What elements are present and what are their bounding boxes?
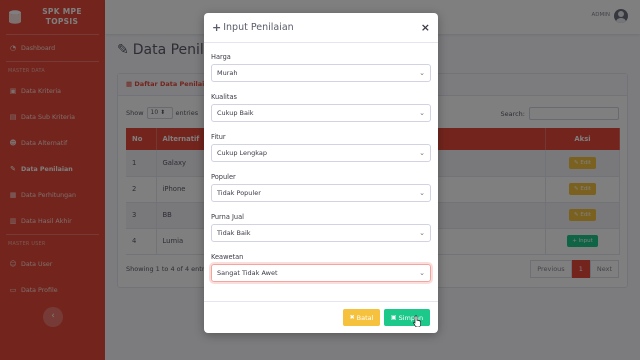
- modal-body: Harga Murah ⌄ Kualitas Cukup Baik ⌄ Fitu…: [204, 43, 438, 282]
- kualitas-select[interactable]: Cukup Baik ⌄: [211, 104, 431, 122]
- chevron-down-icon: ⌄: [419, 269, 425, 277]
- fitur-label: Fitur: [211, 133, 226, 141]
- chevron-down-icon: ⌄: [419, 189, 425, 197]
- purna-jual-value: Tidak Baik: [217, 229, 251, 237]
- purna-jual-select[interactable]: Tidak Baik ⌄: [211, 224, 431, 242]
- input-penilaian-modal: + Input Penilaian × Harga Murah ⌄ Kualit…: [204, 13, 438, 333]
- modal-title-text: Input Penilaian: [223, 22, 294, 33]
- populer-select[interactable]: Tidak Populer ⌄: [211, 184, 431, 202]
- close-icon: ✖: [349, 314, 355, 321]
- keawetan-select[interactable]: Sangat Tidak Awet ⌄: [211, 264, 431, 282]
- hand-cursor-icon: [413, 315, 421, 327]
- populer-label: Populer: [211, 173, 236, 181]
- modal-footer: ✖ Batal ▣ Simpan: [204, 301, 438, 333]
- modal-header: + Input Penilaian ×: [204, 13, 438, 43]
- save-button[interactable]: ▣ Simpan: [384, 309, 430, 326]
- kualitas-label: Kualitas: [211, 93, 237, 101]
- fitur-select[interactable]: Cukup Lengkap ⌄: [211, 144, 431, 162]
- chevron-down-icon: ⌄: [419, 69, 425, 77]
- fitur-value: Cukup Lengkap: [217, 149, 268, 157]
- chevron-down-icon: ⌄: [419, 149, 425, 157]
- harga-label: Harga: [211, 53, 231, 61]
- close-icon[interactable]: ×: [421, 21, 430, 34]
- chevron-down-icon: ⌄: [419, 109, 425, 117]
- harga-select[interactable]: Murah ⌄: [211, 64, 431, 82]
- cancel-button-label: Batal: [356, 313, 374, 322]
- plus-icon: +: [212, 21, 222, 34]
- cancel-button[interactable]: ✖ Batal: [343, 309, 380, 326]
- modal-title: + Input Penilaian: [212, 21, 421, 34]
- save-icon: ▣: [390, 314, 397, 321]
- chevron-down-icon: ⌄: [419, 229, 425, 237]
- keawetan-label: Keawetan: [211, 253, 244, 261]
- purna-jual-label: Purna Jual: [211, 213, 244, 221]
- populer-value: Tidak Populer: [217, 189, 261, 197]
- harga-value: Murah: [217, 69, 238, 77]
- kualitas-value: Cukup Baik: [217, 109, 254, 117]
- keawetan-value: Sangat Tidak Awet: [217, 269, 278, 277]
